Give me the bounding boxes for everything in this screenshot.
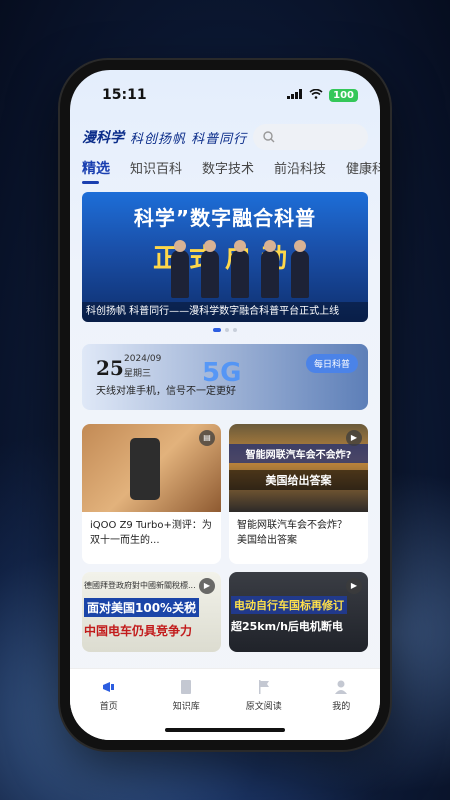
- daily-day: 25: [96, 356, 124, 380]
- person-figure: [261, 240, 279, 298]
- daily-science-card[interactable]: 5G 25 2024/09 星期三 天线对准手机，信号不一定更好 每日科普: [82, 344, 368, 410]
- content-card[interactable]: ▤ iQOO Z9 Turbo+测评：为双十一而生的...: [82, 424, 221, 564]
- phone-image: [130, 438, 160, 500]
- banner-image: [152, 240, 328, 300]
- thumbnail-text: 面对美国100%关税: [84, 598, 200, 617]
- tab-health[interactable]: 健康科: [346, 158, 380, 184]
- category-tabs: 精选 知识百科 数字技术 前沿科技 健康科: [70, 150, 380, 184]
- play-icon[interactable]: ▶: [199, 578, 215, 594]
- tab-knowledge[interactable]: 知识百科: [130, 158, 182, 184]
- status-time: 15:11: [102, 87, 147, 103]
- card-thumbnail: 电动自行车国标再修订 超25km/h后电机断电 ▶: [229, 572, 368, 652]
- wifi-icon: [309, 87, 323, 103]
- phone-frame: 15:11 100 漫科学 科创扬帆 科普同行 精选 知识百科 数字技术 前沿科…: [60, 60, 390, 750]
- content-card[interactable]: 电动自行车国标再修订 超25km/h后电机断电 ▶: [229, 572, 368, 652]
- battery-indicator: 100: [329, 88, 358, 102]
- app-logo: 漫科学: [82, 130, 124, 146]
- carousel-dot: [233, 328, 237, 332]
- card-thumbnail: 智能网联汽车会不会炸? 美国给出答案 ▶: [229, 424, 368, 512]
- tab-frontier-tech[interactable]: 前沿科技: [274, 158, 326, 184]
- status-icons: 100: [287, 87, 358, 103]
- thumbnail-text: 美国给出答案: [229, 470, 368, 490]
- search-icon: [263, 128, 275, 147]
- article-icon: ▤: [199, 430, 215, 446]
- thumbnail-text: 中国电车仍具竞争力: [84, 624, 193, 638]
- nav-label: 首页: [99, 702, 118, 712]
- thumbnail-text: 电动自行车国标再修订: [231, 596, 347, 614]
- nav-label: 我的: [332, 702, 351, 712]
- play-icon[interactable]: ▶: [346, 430, 362, 446]
- app-screen: 15:11 100 漫科学 科创扬帆 科普同行 精选 知识百科 数字技术 前沿科…: [70, 70, 380, 740]
- person-figure: [231, 240, 249, 298]
- banner-carousel[interactable]: 科学”数字融合科普 正式启动 科创扬帆 科普同行——漫科学数字融合科普平台正式上…: [82, 192, 368, 322]
- nav-item-profile[interactable]: 我的: [311, 679, 371, 740]
- search-input[interactable]: [253, 124, 368, 150]
- daily-text: 天线对准手机，信号不一定更好: [96, 386, 236, 397]
- carousel-dot: [225, 328, 229, 332]
- play-icon[interactable]: ▶: [346, 578, 362, 594]
- person-figure: [171, 240, 189, 298]
- banner-title: 科学”数字融合科普: [133, 206, 317, 230]
- flag-icon: [256, 679, 272, 695]
- content-card[interactable]: 智能网联汽车会不会炸? 美国给出答案 ▶ 智能网联汽车会不会炸？ 美国给出答案: [229, 424, 368, 564]
- home-indicator: [165, 728, 285, 732]
- megaphone-icon: [101, 679, 117, 695]
- card-title: iQOO Z9 Turbo+测评：为双十一而生的...: [90, 520, 212, 546]
- daily-date: 2024/09: [124, 354, 162, 364]
- daily-weekday: 星期三: [124, 369, 152, 379]
- status-bar: 15:11 100: [70, 70, 380, 114]
- card-thumbnail: ▤: [82, 424, 221, 512]
- thumbnail-text: 超25km/h后电机断电: [231, 620, 343, 633]
- content-grid: ▤ iQOO Z9 Turbo+测评：为双十一而生的... 智能网联汽车会不会炸…: [70, 410, 380, 652]
- card-thumbnail: 德國拜登政府對中國新關稅標... 面对美国100%关税 中国电车仍具竞争力 ▶: [82, 572, 221, 652]
- user-icon: [333, 679, 349, 695]
- person-figure: [291, 240, 309, 298]
- thumbnail-text: 智能网联汽车会不会炸?: [229, 444, 368, 463]
- person-figure: [201, 240, 219, 298]
- card-title: 智能网联汽车会不会炸？ 美国给出答案: [237, 520, 347, 546]
- thumbnail-text: 德國拜登政府對中國新關稅標...: [84, 581, 196, 590]
- nav-label: 原文阅读: [245, 702, 282, 712]
- app-slogan: 科创扬帆 科普同行: [130, 131, 248, 147]
- nav-item-home[interactable]: 首页: [79, 679, 139, 740]
- app-header: 漫科学 科创扬帆 科普同行: [70, 114, 380, 150]
- tab-featured[interactable]: 精选: [82, 158, 110, 184]
- content-card[interactable]: 德國拜登政府對中國新關稅標... 面对美国100%关税 中国电车仍具竞争力 ▶: [82, 572, 221, 652]
- bottom-nav: 首页 知识库 原文阅读 我的: [70, 668, 380, 740]
- nav-label: 知识库: [172, 702, 200, 712]
- tab-digital-tech[interactable]: 数字技术: [202, 158, 254, 184]
- carousel-dot-active: [213, 328, 221, 332]
- signal-icon: [287, 87, 303, 103]
- carousel-indicator: [70, 328, 380, 332]
- banner-caption: 科创扬帆 科普同行——漫科学数字融合科普平台正式上线: [82, 302, 368, 322]
- book-icon: [178, 679, 194, 695]
- daily-badge[interactable]: 每日科普: [305, 354, 358, 373]
